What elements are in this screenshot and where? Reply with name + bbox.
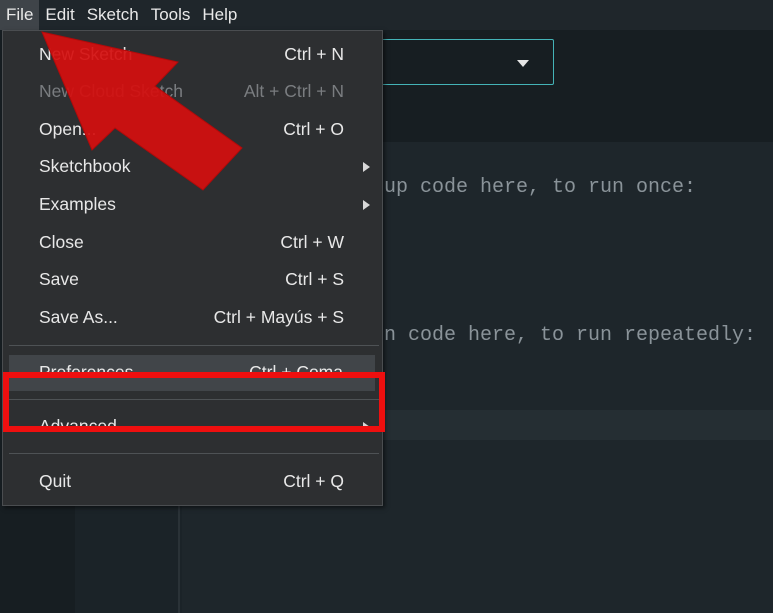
annotation-arrow-icon bbox=[41, 31, 243, 191]
